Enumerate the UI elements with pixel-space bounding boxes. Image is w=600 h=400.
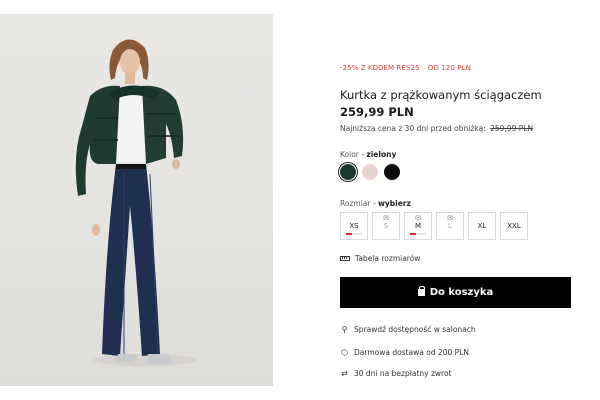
free-delivery-info: ⬡ Darmowa dostawa od 200 PLN	[340, 348, 469, 357]
size-label: Rozmiar	[340, 199, 371, 208]
add-to-cart-label: Do koszyka	[429, 287, 494, 298]
size-option-label: XS	[349, 222, 359, 230]
product-title: Kurtka z prążkowanym ściągaczem	[340, 88, 542, 102]
size-option-xxl[interactable]: XXL	[500, 212, 528, 240]
free-returns-info: ⇄ 30 dni na bezpłatny zwrot	[340, 369, 451, 378]
size-option-label: S	[383, 222, 389, 230]
size-option-xs[interactable]: XS	[340, 212, 368, 240]
size-separator: -	[370, 199, 378, 208]
size-prompt: wybierz	[377, 199, 411, 208]
add-to-cart-button[interactable]: Do koszyka	[340, 277, 571, 308]
color-swatches	[340, 164, 400, 180]
lowest-price-value: 259,99 PLN	[490, 124, 534, 133]
size-option-label: L	[448, 222, 452, 230]
size-table-label: Tabela rozmiarów	[355, 254, 421, 263]
low-stock-bar	[410, 233, 426, 235]
swatch-black[interactable]	[384, 164, 400, 180]
lowest-price-label: Najniższa cena z 30 dni przed obniżką:	[340, 124, 486, 133]
low-stock-fill	[410, 233, 417, 235]
location-pin-icon: ⚲	[341, 324, 348, 334]
package-icon: ⬡	[341, 347, 348, 357]
shopping-bag-icon	[417, 286, 426, 296]
store-availability-link[interactable]: ⚲ Sprawdź dostępność w salonach	[340, 325, 476, 334]
promo-banner: -25% Z KODEM RES25 OD 120 PLN	[340, 64, 471, 72]
free-returns-label: 30 dni na bezpłatny zwrot	[354, 369, 452, 378]
lowest-price-note: Najniższa cena z 30 dni przed obniżką: 2…	[340, 124, 533, 133]
swatch-green[interactable]	[340, 164, 356, 180]
promo-discount: -25% Z KODEM RES25	[340, 64, 420, 72]
size-option-s[interactable]: ✉ S	[372, 212, 400, 240]
size-option-xl[interactable]: XL	[468, 212, 496, 240]
notify-mail-icon: ✉	[415, 214, 421, 222]
size-option-label: M	[414, 222, 422, 230]
color-selected: zielony	[366, 150, 397, 159]
notify-mail-icon: ✉	[383, 214, 389, 222]
return-arrows-icon: ⇄	[341, 368, 348, 378]
size-table-link[interactable]: Tabela rozmiarów	[340, 254, 420, 263]
low-stock-bar	[346, 233, 362, 235]
color-label-row: Kolor - zielony	[340, 150, 396, 159]
color-label: Kolor	[340, 150, 359, 159]
free-delivery-label: Darmowa dostawa od 200 PLN	[354, 348, 469, 357]
size-option-l[interactable]: ✉ L	[436, 212, 464, 240]
store-availability-label: Sprawdź dostępność w salonach	[354, 325, 476, 334]
model-illustration	[75, 39, 197, 366]
low-stock-fill	[346, 233, 353, 235]
size-option-m[interactable]: ✉ M	[404, 212, 432, 240]
product-image[interactable]	[0, 14, 273, 386]
size-option-label: XXL	[507, 222, 521, 230]
ruler-icon	[340, 256, 350, 261]
size-label-row: Rozmiar - wybierz	[340, 199, 411, 208]
product-price: 259,99 PLN	[340, 105, 414, 119]
promo-from: OD 120 PLN	[427, 64, 471, 72]
size-option-label: XL	[477, 222, 487, 230]
size-options: XS ✉ S ✉ M ✉ L XL XXL	[340, 212, 528, 240]
notify-mail-icon: ✉	[447, 214, 453, 222]
swatch-pink[interactable]	[362, 164, 378, 180]
